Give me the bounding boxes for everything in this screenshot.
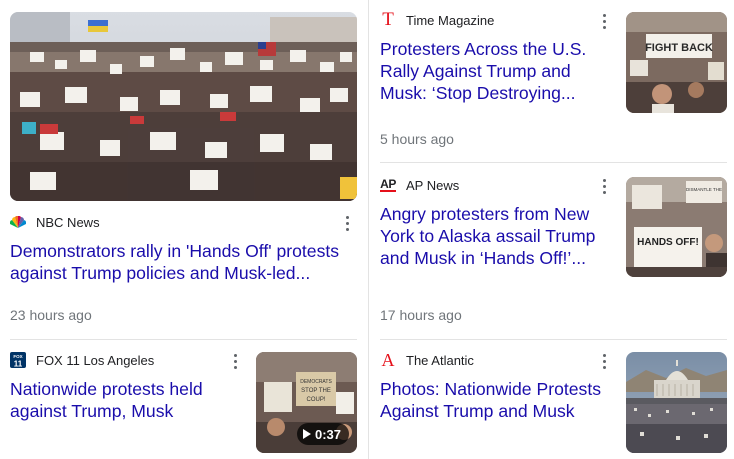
article-headline[interactable]: Angry protesters from New York to Alaska… — [380, 203, 612, 269]
column-divider — [368, 0, 369, 459]
source-row: A The Atlantic — [380, 350, 474, 370]
headline-line: Photos: Nationwide Protests — [380, 379, 602, 399]
play-icon — [302, 429, 311, 439]
article-headline[interactable]: Demonstrators rally in 'Hands Off' prote… — [10, 240, 357, 284]
news-card-ap[interactable]: AP AP News Angry protesters from New Yor… — [380, 163, 727, 339]
headline-line: Angry protesters from New — [380, 204, 590, 224]
crowd-protest-image[interactable] — [10, 12, 357, 201]
source-name: Time Magazine — [406, 12, 495, 28]
svg-text:STOP THE: STOP THE — [301, 388, 331, 394]
svg-text:HANDS OFF!: HANDS OFF! — [637, 237, 699, 248]
news-card-time[interactable]: T Time Magazine Protesters Across the U.… — [380, 0, 727, 162]
headline-line: Protesters Across the U.S. — [380, 39, 587, 59]
news-card-atlantic[interactable]: A The Atlantic Photos: Nationwide Protes… — [380, 340, 727, 459]
video-thumbnail[interactable]: DEMOCRATS STOP THE COUP! 0:37 — [256, 352, 357, 453]
source-row: NBC News — [10, 214, 100, 230]
svg-text:11: 11 — [14, 360, 23, 369]
source-row: T Time Magazine — [380, 9, 495, 30]
article-headline[interactable]: Protesters Across the U.S. Rally Against… — [380, 38, 612, 104]
publish-time: 23 hours ago — [10, 307, 92, 323]
svg-text:COUP!: COUP! — [306, 397, 325, 403]
article-headline[interactable]: Photos: Nationwide Protests Against Trum… — [380, 378, 612, 422]
atlantic-a-icon: A — [381, 350, 395, 370]
more-options-icon[interactable] — [595, 177, 613, 195]
headline-line: York to Alaska assail Trump — [380, 226, 596, 246]
svg-text:FOX: FOX — [13, 354, 22, 359]
ap-logo-icon: AP — [380, 177, 396, 192]
headline-line: Nationwide protests held — [10, 379, 203, 399]
headline-line: Rally Against Trump and — [380, 61, 571, 81]
svg-text:DISMANTLE THE: DISMANTLE THE — [686, 187, 722, 192]
source-name: The Atlantic — [406, 352, 474, 368]
svg-text:DEMOCRATS: DEMOCRATS — [300, 379, 332, 385]
fox11-logo-icon: FOX 11 — [10, 352, 26, 368]
video-duration-badge: 0:37 — [296, 423, 349, 445]
publish-time: 17 hours ago — [380, 307, 462, 323]
source-name: NBC News — [36, 214, 100, 230]
source-row: FOX 11 FOX 11 Los Angeles — [10, 352, 154, 368]
more-options-icon[interactable] — [595, 352, 613, 370]
svg-text:FIGHT BACK: FIGHT BACK — [645, 42, 713, 54]
source-row: AP AP News — [380, 177, 459, 193]
nbc-peacock-icon — [10, 214, 26, 230]
publish-time: 5 hours ago — [380, 131, 454, 147]
headline-line: Against Trump and Musk — [380, 401, 575, 421]
more-options-icon[interactable] — [338, 214, 356, 232]
headline-line: against Trump, Musk — [10, 401, 174, 421]
hands-off-sign-image[interactable]: DISMANTLE THE HANDS OFF! — [626, 177, 727, 277]
more-options-icon[interactable] — [595, 12, 613, 30]
headline-line: Musk: ‘Stop Destroying... — [380, 83, 576, 103]
news-card-nbc[interactable]: NBC News Demonstrators rally in 'Hands O… — [10, 0, 357, 340]
video-duration: 0:37 — [314, 426, 341, 442]
headline-line: and Musk in ‘Hands Off!’... — [380, 248, 587, 268]
capitol-protest-image[interactable] — [626, 352, 727, 453]
fight-back-sign-image[interactable]: FIGHT BACK — [626, 12, 727, 113]
article-headline[interactable]: Nationwide protests held against Trump, … — [10, 378, 240, 422]
headline-line: Demonstrators rally in 'Hands Off' prote… — [10, 241, 340, 261]
time-t-icon: T — [382, 9, 394, 30]
news-card-fox11[interactable]: FOX 11 FOX 11 Los Angeles Nationwide pro… — [10, 340, 357, 459]
headline-line: against Trump policies and Musk-led... — [10, 263, 311, 283]
more-options-icon[interactable] — [226, 352, 244, 370]
source-name: FOX 11 Los Angeles — [36, 352, 155, 368]
source-name: AP News — [406, 177, 460, 193]
